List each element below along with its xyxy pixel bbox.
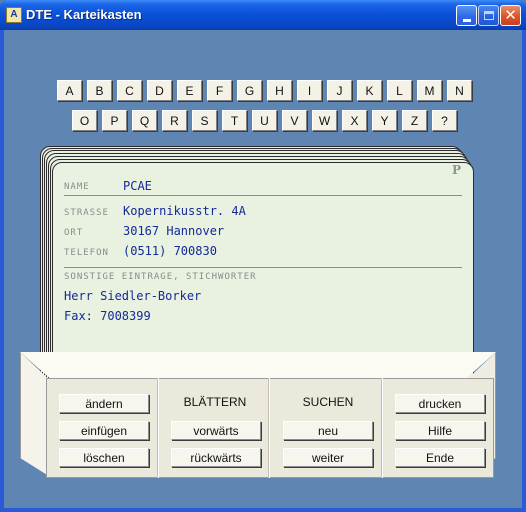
street-label: STRASSE [64, 208, 109, 218]
window-title: DTE - Karteikasten [26, 7, 142, 22]
letter-index-button[interactable]: T [222, 110, 247, 131]
letter-index-button[interactable]: B [87, 80, 112, 101]
misc-label: SONSTIGE EINTRAGE, STICHWORTER [64, 272, 257, 282]
maximize-button[interactable] [478, 5, 499, 26]
letter-index-button[interactable]: Z [402, 110, 427, 131]
letter-index-button[interactable]: I [297, 80, 322, 101]
letter-index-button[interactable]: J [327, 80, 352, 101]
letter-index-button[interactable]: K [357, 80, 382, 101]
card-letter-tab: P [452, 163, 462, 177]
section-divider [268, 378, 270, 478]
name-label: NAME [64, 182, 90, 192]
letter-index-button[interactable]: C [117, 80, 142, 101]
section-divider [381, 378, 383, 478]
phone-value[interactable]: (0511) 700830 [123, 244, 217, 258]
letter-index-button[interactable]: S [192, 110, 217, 131]
misc-line[interactable]: Herr Siedler-Borker [64, 289, 201, 303]
street-value[interactable]: Kopernikusstr. 4A [123, 204, 246, 218]
letter-index-button[interactable]: A [57, 80, 82, 101]
change-button[interactable]: ändern [59, 394, 149, 413]
browse-title: BLÄTTERN [183, 395, 247, 409]
letter-index-button[interactable]: O [72, 110, 97, 131]
search-new-button[interactable]: neu [283, 421, 373, 440]
forward-button[interactable]: vorwärts [171, 421, 261, 440]
city-label: ORT [64, 228, 84, 238]
app-window: A DTE - Karteikasten ✕ ABCDEFGHIJKLMN OP… [0, 0, 526, 512]
letter-index-button[interactable]: M [417, 80, 442, 101]
end-button[interactable]: Ende [395, 448, 485, 467]
delete-button[interactable]: löschen [59, 448, 149, 467]
misc-line[interactable]: Fax: 7008399 [64, 309, 151, 323]
city-value[interactable]: 30167 Hannover [123, 224, 224, 238]
search-title: SUCHEN [302, 395, 354, 409]
close-icon: ✕ [504, 6, 517, 24]
maximize-icon [483, 11, 494, 20]
letter-index-button[interactable]: L [387, 80, 412, 101]
app-card-icon[interactable]: A [6, 7, 22, 23]
letter-index-button[interactable]: D [147, 80, 172, 101]
letter-index-button[interactable]: W [312, 110, 337, 131]
letter-index-button[interactable]: U [252, 110, 277, 131]
title-bar[interactable]: A DTE - Karteikasten ✕ [0, 0, 526, 30]
phone-label: TELEFON [64, 248, 109, 258]
minimize-button[interactable] [456, 5, 477, 26]
letter-index-button[interactable]: Y [372, 110, 397, 131]
letter-index-button[interactable]: V [282, 110, 307, 131]
print-button[interactable]: drucken [395, 394, 485, 413]
letter-index-button[interactable]: X [342, 110, 367, 131]
section-divider [157, 378, 159, 478]
minimize-icon [462, 18, 471, 22]
divider [64, 195, 462, 196]
letter-index-button[interactable]: Q [132, 110, 157, 131]
insert-button[interactable]: einfügen [59, 421, 149, 440]
letter-index-button[interactable]: H [267, 80, 292, 101]
letter-index-button[interactable]: R [162, 110, 187, 131]
letter-index-button[interactable]: E [177, 80, 202, 101]
letter-index-button[interactable]: N [447, 80, 472, 101]
close-button[interactable]: ✕ [500, 5, 521, 26]
search-next-button[interactable]: weiter [283, 448, 373, 467]
letter-index-button[interactable]: F [207, 80, 232, 101]
help-button[interactable]: Hilfe [395, 421, 485, 440]
letter-index-button[interactable]: ? [432, 110, 457, 131]
letter-index-button[interactable]: P [102, 110, 127, 131]
divider [64, 267, 462, 268]
name-value[interactable]: PCAE [123, 179, 152, 193]
letter-index-button[interactable]: G [237, 80, 262, 101]
back-button[interactable]: rückwärts [171, 448, 261, 467]
